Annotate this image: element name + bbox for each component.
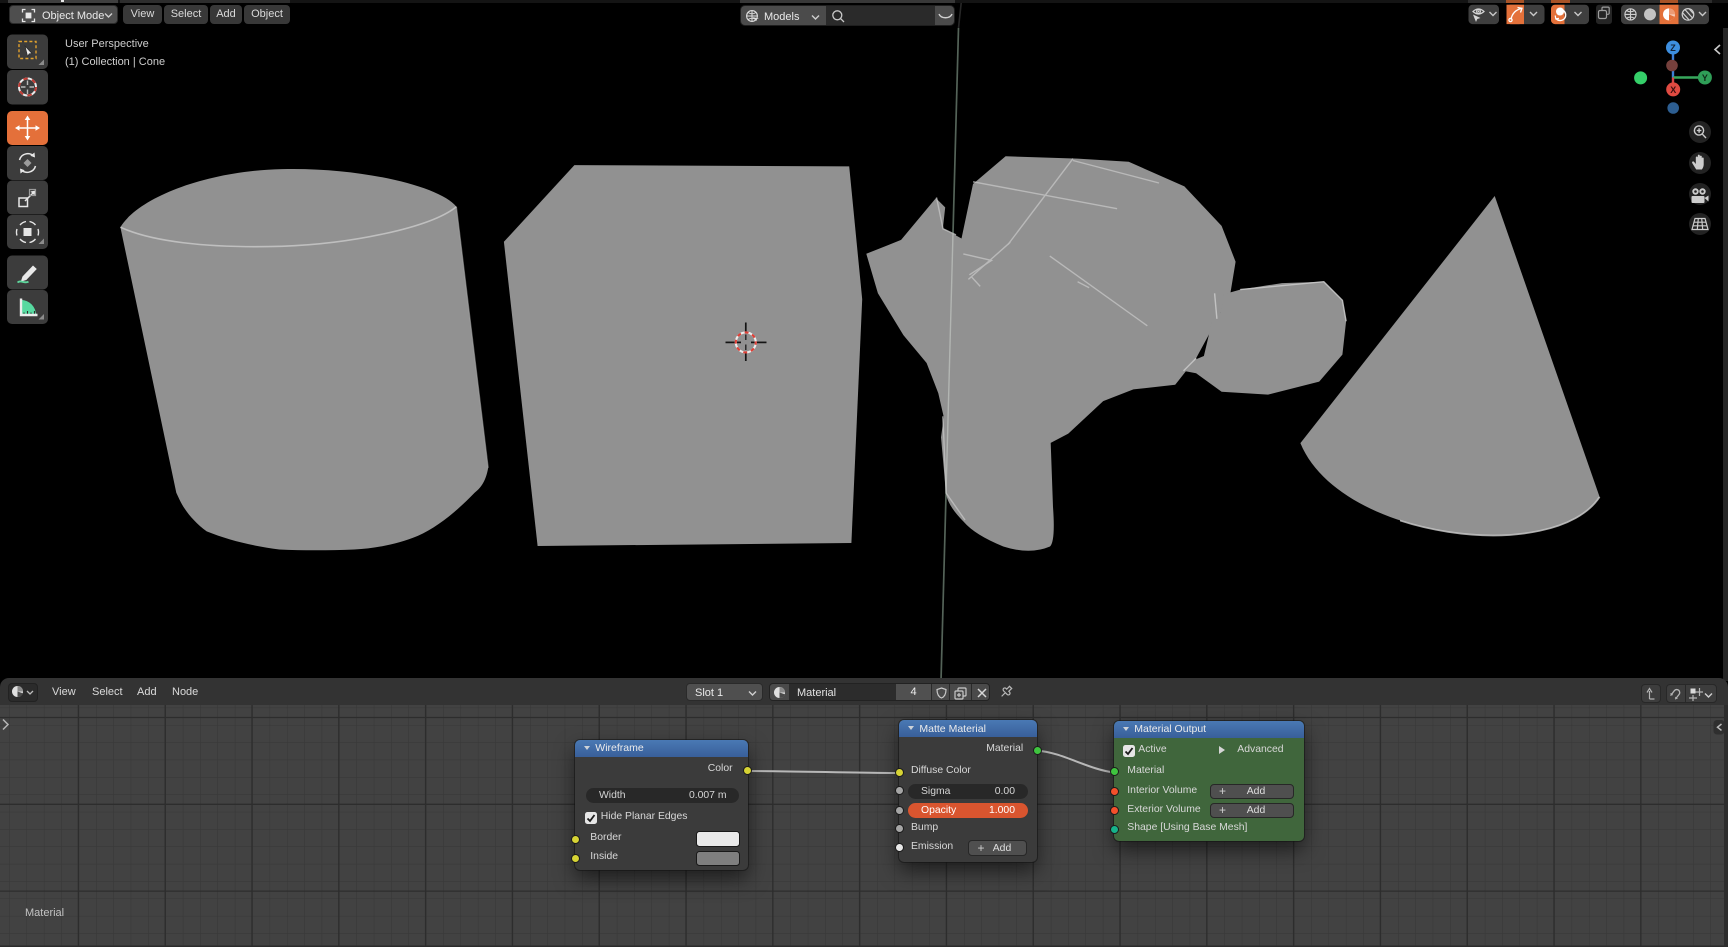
svg-text:Y: Y — [1702, 73, 1708, 83]
svg-text:X: X — [1670, 85, 1676, 95]
svg-text:Z: Z — [1670, 43, 1676, 53]
